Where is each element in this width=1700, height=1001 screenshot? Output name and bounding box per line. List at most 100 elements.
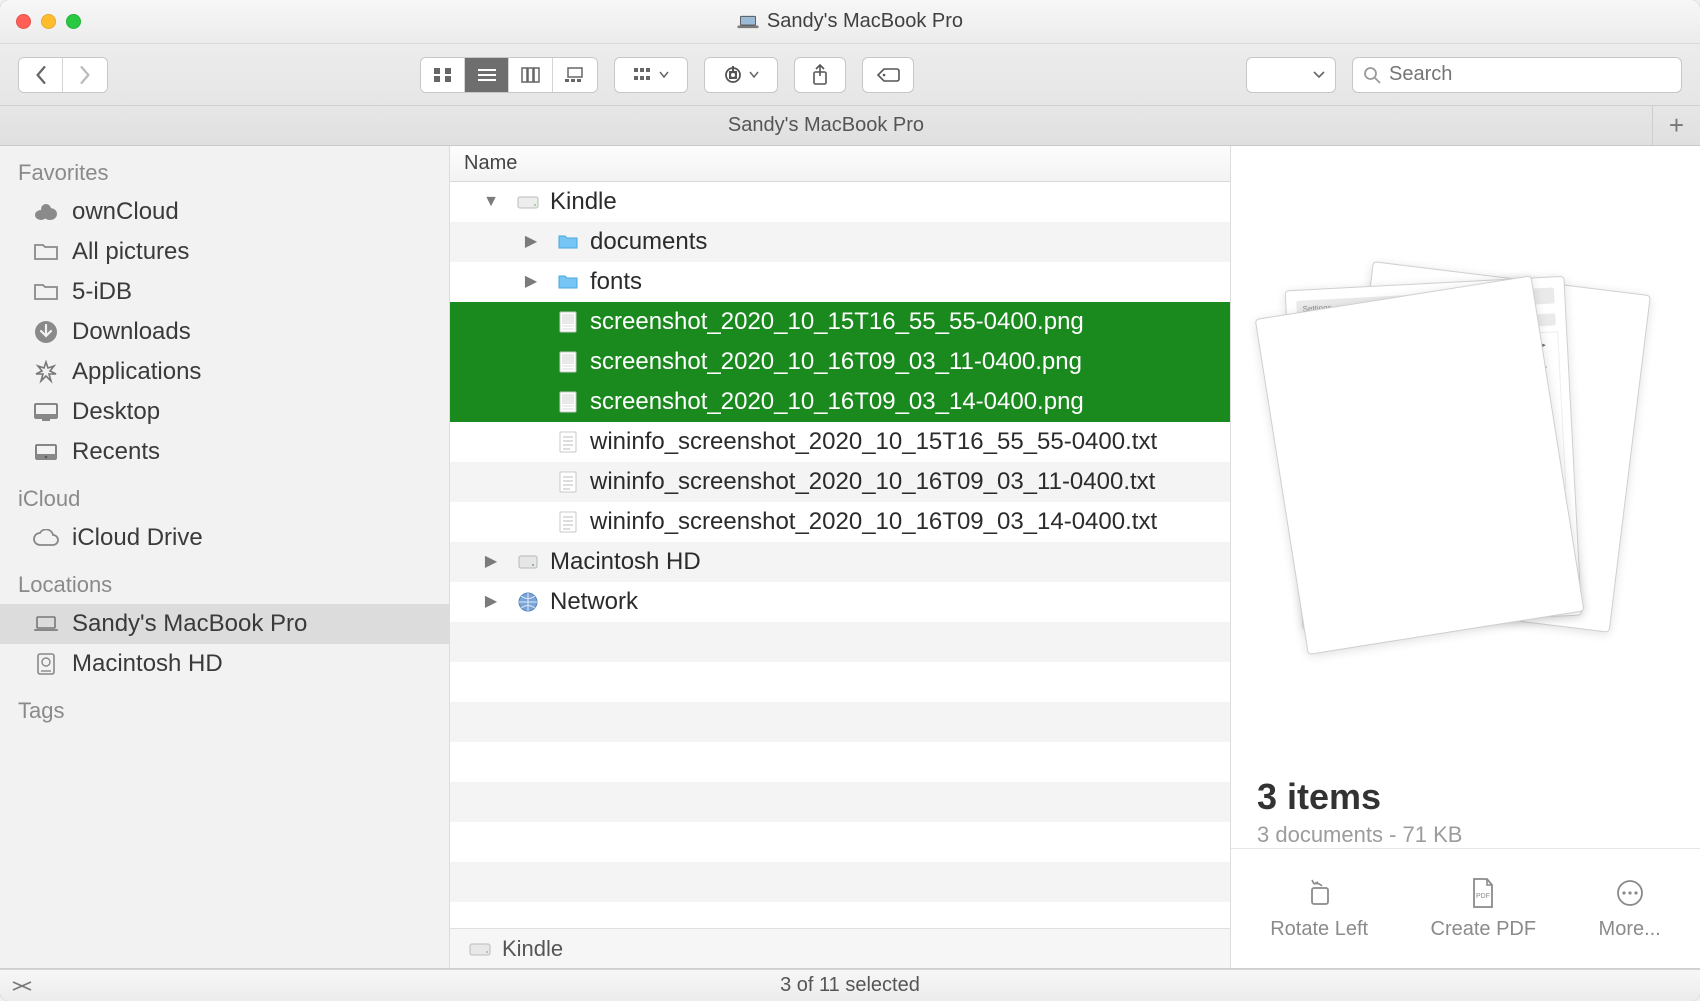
sidebar-item-macintosh-hd[interactable]: Macintosh HD: [0, 644, 449, 684]
recents-icon: [32, 440, 60, 464]
sidebar-item-applications[interactable]: Applications: [0, 352, 449, 392]
sidebar-item-recents[interactable]: Recents: [0, 432, 449, 472]
file-name: Kindle: [550, 190, 617, 214]
customize-icon[interactable]: [12, 979, 32, 993]
sidebar-item-label: Macintosh HD: [72, 650, 223, 678]
new-tab-button[interactable]: +: [1652, 106, 1700, 145]
list-view-button[interactable]: [465, 58, 509, 92]
search-icon: [1363, 66, 1381, 84]
download-icon: [32, 320, 60, 344]
image-icon: [556, 350, 580, 374]
toolbar-dropdown[interactable]: [1246, 57, 1336, 93]
file-row[interactable]: wininfo_screenshot_2020_10_15T16_55_55-0…: [450, 422, 1230, 462]
sidebar-item-owncloud[interactable]: ownCloud: [0, 192, 449, 232]
drive-icon: [468, 940, 492, 958]
sidebar-item-downloads[interactable]: Downloads: [0, 312, 449, 352]
sidebar-item-label: Sandy's MacBook Pro: [72, 610, 307, 638]
empty-row: [450, 622, 1230, 662]
folder-icon: [556, 270, 580, 294]
column-header-name[interactable]: Name: [450, 146, 1230, 182]
forward-button[interactable]: [63, 58, 107, 92]
zoom-window-button[interactable]: [66, 14, 81, 29]
file-name: screenshot_2020_10_15T16_55_55-0400.png: [590, 310, 1084, 334]
sidebar-item-desktop[interactable]: Desktop: [0, 392, 449, 432]
file-name: wininfo_screenshot_2020_10_15T16_55_55-0…: [590, 430, 1157, 454]
preview-subtitle: 3 documents - 71 KB: [1257, 822, 1674, 848]
search-field[interactable]: [1352, 57, 1682, 93]
file-name: screenshot_2020_10_16T09_03_11-0400.png: [590, 350, 1082, 374]
tags-button[interactable]: [862, 57, 914, 93]
empty-row: [450, 742, 1230, 782]
file-name: wininfo_screenshot_2020_10_16T09_03_14-0…: [590, 510, 1157, 534]
status-bar: 3 of 11 selected: [0, 969, 1700, 1001]
disclosure-triangle-icon[interactable]: ▶: [516, 234, 546, 250]
preview-panel: Settings Device Options ▸ Device Info ▸ …: [1230, 146, 1700, 968]
txt-icon: [556, 470, 580, 494]
empty-row: [450, 902, 1230, 928]
column-view-button[interactable]: [509, 58, 553, 92]
sidebar-item-label: Downloads: [72, 318, 191, 346]
pdf-icon: PDF: [1466, 876, 1500, 910]
group-by-button[interactable]: [614, 57, 688, 93]
sidebar-item-label: Recents: [72, 438, 160, 466]
icon-view-button[interactable]: [421, 58, 465, 92]
folder-icon: [556, 230, 580, 254]
hdd-icon: [516, 550, 540, 574]
file-row[interactable]: ▼ Kindle: [450, 182, 1230, 222]
sidebar-item-5idb[interactable]: 5-iDB: [0, 272, 449, 312]
sidebar-header-icloud: iCloud: [0, 472, 449, 518]
action-menu-button[interactable]: [704, 57, 778, 93]
sidebar-item-icloud-drive[interactable]: iCloud Drive: [0, 518, 449, 558]
file-row[interactable]: screenshot_2020_10_16T09_03_14-0400.png: [450, 382, 1230, 422]
file-row[interactable]: ▶ Network: [450, 582, 1230, 622]
file-row[interactable]: ▶Macintosh HD: [450, 542, 1230, 582]
sidebar-item-label: ownCloud: [72, 198, 179, 226]
nav-buttons: [18, 57, 108, 93]
rotate-left-action[interactable]: Rotate Left: [1270, 876, 1368, 941]
desktop-icon: [32, 400, 60, 424]
quick-actions-bar: Rotate Left PDF Create PDF More...: [1231, 848, 1700, 968]
sidebar-item-label: iCloud Drive: [72, 524, 203, 552]
close-window-button[interactable]: [16, 14, 31, 29]
sidebar-item-label: 5-iDB: [72, 278, 132, 306]
tab-label: Sandy's MacBook Pro: [728, 114, 924, 137]
back-button[interactable]: [19, 58, 63, 92]
sidebar-item-all-pictures[interactable]: All pictures: [0, 232, 449, 272]
path-bar[interactable]: Kindle: [450, 928, 1230, 968]
file-name: fonts: [590, 270, 642, 294]
create-pdf-action[interactable]: PDF Create PDF: [1431, 876, 1537, 941]
sidebar-header-locations: Locations: [0, 558, 449, 604]
more-icon: [1613, 876, 1647, 910]
file-row[interactable]: screenshot_2020_10_16T09_03_11-0400.png: [450, 342, 1230, 382]
disclosure-triangle-icon[interactable]: ▶: [476, 594, 506, 610]
file-name: screenshot_2020_10_16T09_03_14-0400.png: [590, 390, 1084, 414]
gallery-view-button[interactable]: [553, 58, 597, 92]
disclosure-triangle-icon[interactable]: ▶: [516, 274, 546, 290]
disclosure-triangle-icon[interactable]: ▶: [476, 554, 506, 570]
file-name: Network: [550, 590, 638, 614]
disclosure-triangle-icon[interactable]: ▼: [476, 194, 506, 210]
tab-active[interactable]: Sandy's MacBook Pro: [0, 106, 1652, 145]
folder-icon: [32, 280, 60, 304]
txt-icon: [556, 430, 580, 454]
file-row[interactable]: ▶ fonts: [450, 262, 1230, 302]
file-list[interactable]: ▼Kindle▶documents▶fonts screenshot_2020_…: [450, 182, 1230, 928]
cloud-icon: [32, 526, 60, 550]
file-row[interactable]: screenshot_2020_10_15T16_55_55-0400.png: [450, 302, 1230, 342]
file-row[interactable]: ▶documents: [450, 222, 1230, 262]
finder-window: Sandy's MacBook Pro: [0, 0, 1700, 1001]
more-actions[interactable]: More...: [1599, 876, 1661, 941]
share-button[interactable]: [794, 57, 846, 93]
preview-count: 3 items: [1257, 776, 1674, 818]
title-bar: Sandy's MacBook Pro: [0, 0, 1700, 44]
minimize-window-button[interactable]: [41, 14, 56, 29]
empty-row: [450, 862, 1230, 902]
file-row[interactable]: wininfo_screenshot_2020_10_16T09_03_11-0…: [450, 462, 1230, 502]
empty-row: [450, 782, 1230, 822]
sidebar-item-label: All pictures: [72, 238, 189, 266]
file-row[interactable]: wininfo_screenshot_2020_10_16T09_03_14-0…: [450, 502, 1230, 542]
sidebar-item-this-mac[interactable]: Sandy's MacBook Pro: [0, 604, 449, 644]
toolbar: [0, 44, 1700, 106]
search-input[interactable]: [1389, 63, 1671, 86]
sidebar-item-label: Desktop: [72, 398, 160, 426]
